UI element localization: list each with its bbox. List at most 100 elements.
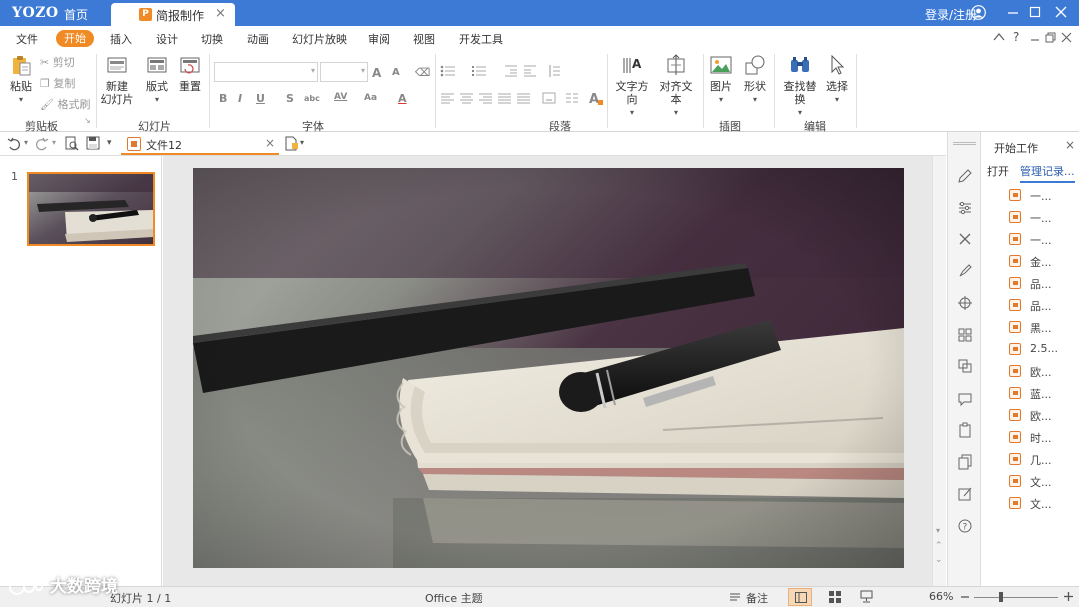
transition-icon[interactable]	[957, 295, 973, 311]
tools-icon[interactable]	[957, 231, 973, 247]
underline-button[interactable]: U	[256, 92, 265, 105]
recent-file-item[interactable]: 文...	[1009, 495, 1079, 511]
shape-dropdown-icon[interactable]: ▾	[741, 93, 769, 106]
paste-dropdown-icon[interactable]: ▾	[8, 93, 34, 106]
clipboard-icon[interactable]	[957, 422, 973, 438]
recent-file-item[interactable]: 几...	[1009, 451, 1079, 467]
recent-file-item[interactable]: 一...	[1009, 231, 1079, 247]
shadow-button[interactable]: abc	[304, 94, 320, 103]
grid-icon[interactable]	[957, 327, 973, 343]
columns-icon[interactable]	[565, 92, 579, 104]
next-slide-icon[interactable]: ⌄	[935, 556, 943, 565]
reset-button[interactable]: 重置	[177, 54, 203, 93]
new-document-dropdown-icon[interactable]: ▾	[300, 138, 304, 147]
help-icon[interactable]: ?	[1013, 30, 1019, 44]
menu-transition[interactable]: 切换	[201, 31, 223, 47]
panel-close-icon[interactable]: ×	[1065, 138, 1075, 152]
recent-file-item[interactable]: 品...	[1009, 297, 1079, 313]
redo-dropdown-icon[interactable]: ▾	[52, 138, 56, 147]
italic-button[interactable]: I	[238, 92, 242, 105]
normal-view-button[interactable]	[788, 588, 812, 606]
paste-button[interactable]: 粘贴 ▾	[8, 54, 34, 106]
align-center-icon[interactable]	[460, 92, 473, 104]
recent-file-item[interactable]: 一...	[1009, 187, 1079, 203]
ribbon-minimize-icon[interactable]	[1030, 34, 1040, 42]
zoom-in-icon[interactable]	[1063, 591, 1074, 602]
close-doc-icon[interactable]	[1061, 32, 1072, 43]
new-document-icon[interactable]	[284, 136, 298, 151]
zoom-slider-thumb[interactable]	[999, 592, 1003, 602]
increase-indent-icon[interactable]	[523, 64, 537, 78]
menu-insert[interactable]: 插入	[110, 31, 132, 47]
menu-start[interactable]: 开始	[56, 30, 94, 47]
bold-button[interactable]: B	[219, 92, 227, 105]
menu-developer[interactable]: 开发工具	[459, 31, 503, 47]
undo-icon[interactable]	[7, 137, 21, 151]
close-file-tab-icon[interactable]: ×	[265, 136, 275, 150]
recent-file-item[interactable]: 文...	[1009, 473, 1079, 489]
save-icon[interactable]	[86, 136, 100, 150]
copy-pages-icon[interactable]	[957, 454, 973, 470]
slide-canvas[interactable]	[193, 168, 904, 568]
find-replace-button[interactable]: 查找替换 ▾	[779, 54, 821, 119]
scroll-down-icon[interactable]: ▾	[936, 526, 940, 535]
decrease-indent-icon[interactable]	[504, 64, 518, 78]
slide-sorter-icon[interactable]	[829, 591, 841, 603]
notes-icon[interactable]	[729, 591, 741, 603]
slideshow-icon[interactable]	[860, 590, 873, 603]
menu-file[interactable]: 文件	[16, 31, 38, 47]
font-color-button[interactable]: A	[398, 92, 407, 105]
justify-icon[interactable]	[498, 92, 511, 104]
sliders-icon[interactable]	[957, 200, 973, 216]
text-direction-button[interactable]: A 文字方向 ▾	[611, 54, 653, 119]
align-right-icon[interactable]	[479, 92, 492, 104]
edit-box-icon[interactable]	[957, 486, 973, 502]
recent-file-item[interactable]: 2.5...	[1009, 341, 1079, 357]
link-icon[interactable]	[957, 358, 973, 374]
zoom-out-icon[interactable]	[960, 592, 970, 602]
tab-open[interactable]: 打开	[987, 163, 1009, 179]
copy-button[interactable]: ❐ 复制	[40, 75, 75, 91]
change-case-button[interactable]: Aa	[364, 93, 377, 103]
menu-slideshow[interactable]: 幻灯片放映	[292, 31, 347, 47]
collapse-ribbon-icon[interactable]	[993, 32, 1005, 42]
print-preview-icon[interactable]	[64, 136, 79, 151]
previous-slide-icon[interactable]: ⌃	[935, 542, 943, 551]
shape-button[interactable]: 形状 ▾	[741, 54, 769, 106]
recent-file-item[interactable]: 时...	[1009, 429, 1079, 445]
menu-review[interactable]: 审阅	[368, 31, 390, 47]
minimize-icon[interactable]	[1002, 2, 1024, 22]
menu-animation[interactable]: 动画	[247, 31, 269, 47]
undo-dropdown-icon[interactable]: ▾	[24, 138, 28, 147]
layout-dropdown-icon[interactable]: ▾	[143, 93, 171, 106]
distribute-icon[interactable]	[517, 92, 530, 104]
grow-font-icon[interactable]: A	[372, 66, 381, 80]
drag-handle[interactable]	[953, 142, 976, 145]
align-text-dropdown-icon[interactable]: ▾	[655, 106, 697, 119]
notes-button[interactable]: 备注	[746, 590, 768, 606]
recent-file-item[interactable]: 一...	[1009, 209, 1079, 225]
tab-manage-records[interactable]: 管理记录...	[1020, 163, 1075, 183]
user-icon[interactable]	[971, 5, 986, 20]
align-left-icon[interactable]	[441, 92, 454, 104]
pencil-icon[interactable]	[957, 168, 973, 184]
maximize-icon[interactable]	[1024, 2, 1046, 22]
animation-icon[interactable]	[957, 263, 973, 279]
vertical-scrollbar[interactable]: ▾ ⌃ ⌄	[932, 156, 946, 586]
strikethrough-button[interactable]: S	[286, 92, 294, 105]
line-spacing-icon[interactable]	[547, 64, 561, 78]
cut-button[interactable]: ✂ 剪切	[40, 54, 75, 70]
close-tab-icon[interactable]: ×	[215, 6, 226, 21]
slide-thumbnail[interactable]	[27, 172, 155, 246]
menu-view[interactable]: 视图	[413, 31, 435, 47]
restore-icon[interactable]	[1045, 32, 1056, 43]
select-button[interactable]: 选择 ▾	[825, 54, 849, 106]
document-tab[interactable]: P 简报制作 ×	[111, 3, 235, 26]
text-effects-icon[interactable]: A	[588, 90, 604, 106]
char-spacing-button[interactable]: AV	[334, 92, 347, 102]
close-window-icon[interactable]	[1050, 2, 1072, 22]
recent-file-item[interactable]: 金...	[1009, 253, 1079, 269]
recent-file-item[interactable]: 黑...	[1009, 319, 1079, 335]
file-tab[interactable]: 文件12 ×	[121, 133, 279, 155]
format-painter-button[interactable]: 🖌 格式刷	[40, 96, 90, 112]
